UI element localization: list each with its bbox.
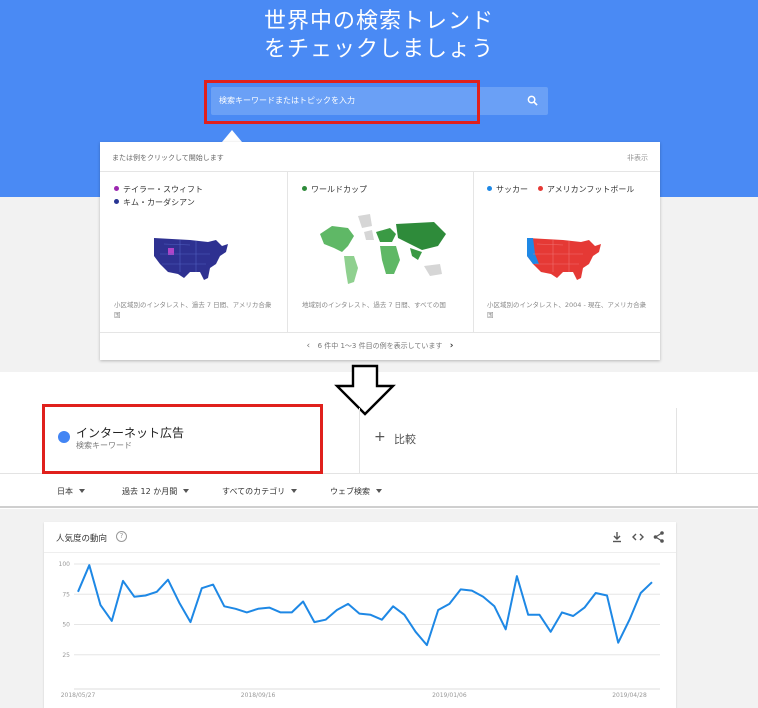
usa-map-icon — [154, 238, 228, 280]
examples-pager: ‹ 6 件中 1～3 件目の例を表示しています › — [100, 332, 660, 360]
popup-caret — [222, 130, 242, 142]
background-right — [660, 197, 758, 372]
region-value: 日本 — [57, 487, 73, 496]
dropdown-arrow-icon — [376, 489, 382, 493]
example-column-1[interactable]: テイラー・スウィフト キム・カーダシアン 小区域別のインタレスト、過去 7 日間… — [100, 172, 287, 332]
background-left — [0, 197, 100, 372]
compare-button[interactable]: + 比較 — [359, 408, 677, 473]
legend-item: サッカー アメリカンフットボール — [487, 184, 634, 195]
x-tick-label: 2018/05/27 — [61, 692, 96, 699]
legend-label: サッカー — [496, 185, 528, 194]
search-highlight-frame — [204, 80, 480, 124]
y-tick-label: 25 — [62, 652, 70, 659]
category-dropdown[interactable]: すべてのカテゴリ — [222, 486, 298, 497]
dropdown-arrow-icon — [183, 489, 190, 493]
filter-bar: 日本 過去 12 か月間 すべてのカテゴリ ウェブ検索 — [0, 474, 758, 508]
region-dropdown[interactable]: 日本 — [57, 486, 85, 497]
x-tick-label: 2019/04/28 — [612, 692, 647, 699]
search-type-dropdown[interactable]: ウェブ検索 — [330, 486, 382, 497]
legend-label: ワールドカップ — [311, 185, 367, 194]
search-type-value: ウェブ検索 — [330, 487, 370, 496]
legend-dot — [487, 186, 492, 191]
example-description: 小区域別のインタレスト、過去 7 日間、アメリカ合衆国 — [114, 301, 272, 319]
legend-dot — [538, 186, 543, 191]
pager-next-icon[interactable]: › — [445, 333, 459, 360]
interest-over-time-card: 人気度の動向 ? 25 50 75 100 2018/05/27 2018/09/16 20… — [44, 522, 676, 708]
compare-label: 比較 — [394, 433, 416, 446]
term-highlight-frame — [42, 404, 323, 474]
example-column-3[interactable]: サッカー アメリカンフットボール 小区域別のインタレスト、2004 - 現在、アメ… — [473, 172, 660, 332]
hero-title-line2: をチェックしましょう — [263, 37, 494, 62]
search-icon[interactable] — [527, 95, 538, 106]
x-tick-label: 2018/09/16 — [241, 692, 276, 699]
trend-line-chart: 25 50 75 100 2018/05/27 2018/09/16 2019/01/06 2… — [59, 561, 660, 699]
legend-item: テイラー・スウィフト — [114, 184, 203, 195]
hero-title: 世界中の検索トレンド をチェックしましょう — [0, 8, 758, 64]
legend-dot — [114, 186, 119, 191]
y-tick-label: 75 — [62, 591, 70, 598]
category-value: すべてのカテゴリ — [222, 487, 286, 496]
dropdown-arrow-icon — [79, 489, 85, 493]
period-value: 過去 12 か月間 — [122, 487, 178, 496]
legend-label: アメリカンフットボール — [547, 185, 635, 194]
y-tick-label: 50 — [62, 622, 70, 629]
legend-label: キム・カーダシアン — [123, 198, 195, 207]
example-description: 小区域別のインタレスト、2004 - 現在、アメリカ合衆国 — [487, 301, 647, 319]
x-tick-label: 2019/01/06 — [432, 692, 467, 699]
world-map-icon — [320, 214, 446, 284]
series-line[interactable] — [77, 564, 653, 647]
plus-icon: + — [374, 429, 386, 445]
pager-text: 6 件中 1～3 件目の例を表示しています — [317, 342, 443, 350]
legend-item: キム・カーダシアン — [114, 197, 195, 208]
legend-dot — [302, 186, 307, 191]
period-dropdown[interactable]: 過去 12 か月間 — [122, 486, 190, 497]
examples-prompt: または例をクリックして開始します — [112, 154, 224, 162]
legend-dot — [114, 199, 119, 204]
legend-item: ワールドカップ — [302, 184, 367, 195]
hero-title-line1: 世界中の検索トレンド — [263, 9, 494, 34]
y-tick-label: 100 — [59, 561, 71, 568]
example-description: 地域別のインタレスト、過去 7 日間、すべての国 — [302, 301, 446, 309]
dropdown-arrow-icon — [291, 489, 298, 493]
usa-map-icon — [527, 238, 601, 280]
examples-card: または例をクリックして開始します 非表示 テイラー・スウィフト キム・カーダシア… — [100, 142, 660, 360]
examples-header: または例をクリックして開始します 非表示 — [100, 142, 660, 172]
hide-link[interactable]: 非表示 — [627, 153, 648, 163]
pager-prev-icon[interactable]: ‹ — [301, 333, 315, 360]
example-column-2[interactable]: ワールドカップ 地域別のインタレスト、過去 7 日間、すべての国 — [287, 172, 474, 332]
legend-label: テイラー・スウィフト — [123, 185, 203, 194]
